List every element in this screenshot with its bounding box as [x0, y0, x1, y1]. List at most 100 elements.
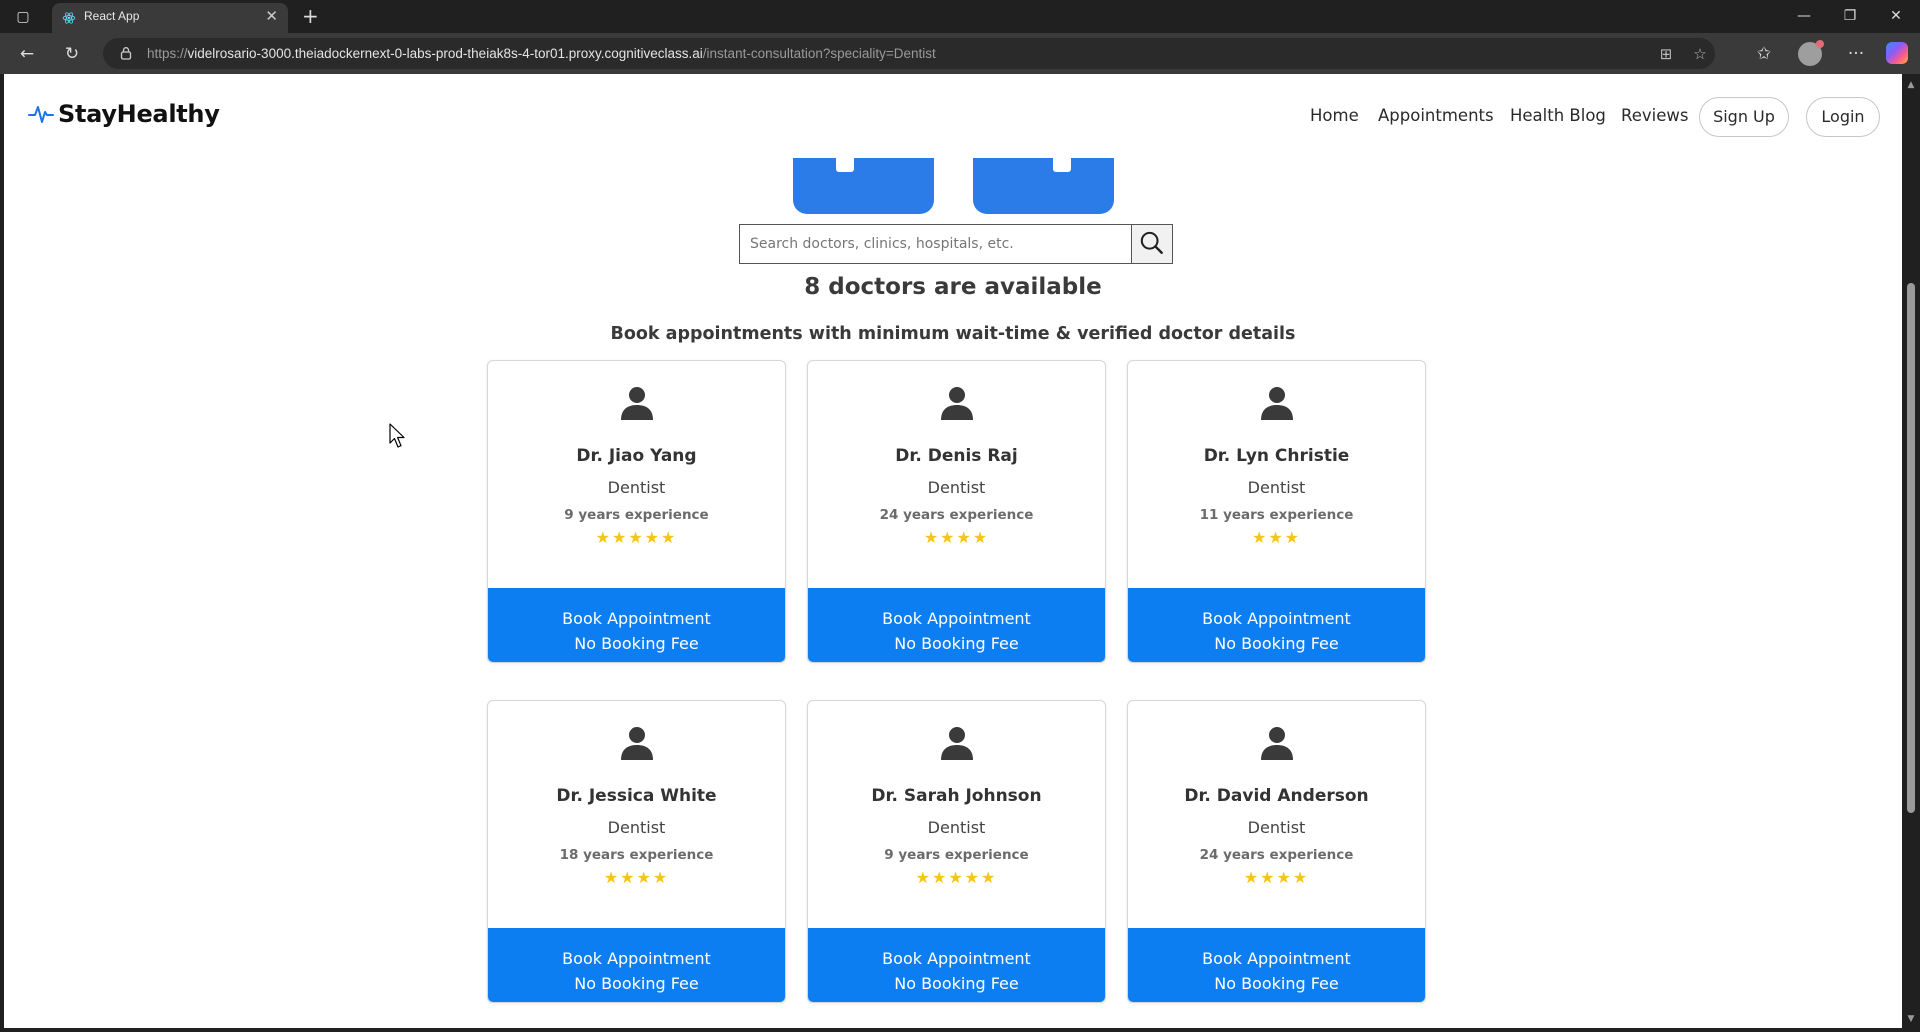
- star-icon: ★: [661, 528, 678, 547]
- scroll-down-icon[interactable]: ▼: [1906, 1014, 1916, 1024]
- doctor-name: Dr. Jiao Yang: [576, 446, 697, 466]
- close-window-icon[interactable]: ✕: [1886, 5, 1906, 27]
- more-menu-icon[interactable]: ···: [1845, 43, 1867, 65]
- scroll-thumb[interactable]: [1907, 283, 1915, 813]
- doctor-experience: 24 years experience: [1199, 847, 1354, 863]
- search-button[interactable]: [1131, 224, 1173, 264]
- star-icon: ★: [940, 528, 957, 547]
- user-avatar-icon: [621, 727, 653, 760]
- book-appointment-button[interactable]: Book Appointment No Booking Fee: [488, 928, 785, 1002]
- user-avatar-icon: [1261, 387, 1293, 420]
- star-icon: ★: [652, 868, 670, 887]
- rating-stars: ★★★★★: [488, 528, 785, 547]
- reload-icon[interactable]: ↻: [61, 43, 83, 65]
- book-appointment-button[interactable]: Book Appointment No Booking Fee: [808, 588, 1105, 662]
- address-bar[interactable]: https://videlrosario-3000.theiadockernex…: [103, 38, 1715, 69]
- book-appointment-button[interactable]: Book Appointment No Booking Fee: [1128, 588, 1425, 662]
- hero-illustration-right: [973, 158, 1114, 214]
- nav-home[interactable]: Home: [1310, 106, 1359, 125]
- favorite-star-icon[interactable]: ☆: [1691, 45, 1709, 63]
- user-avatar-icon: [941, 387, 973, 420]
- tab-actions-icon[interactable]: ▢: [11, 5, 35, 29]
- doctor-speciality: Dentist: [607, 818, 666, 837]
- star-icon: ★: [972, 528, 990, 547]
- user-avatar-icon: [1261, 727, 1293, 760]
- copilot-icon[interactable]: [1886, 42, 1908, 64]
- login-button[interactable]: Login: [1806, 97, 1880, 137]
- doctor-name: Dr. Denis Raj: [895, 446, 1018, 466]
- browser-tab[interactable]: React App ✕: [52, 3, 288, 33]
- star-icon: ★: [595, 528, 612, 547]
- doctor-speciality: Dentist: [1247, 478, 1306, 497]
- doctor-card: Dr. Sarah Johnson Dentist 9 years experi…: [807, 700, 1106, 1003]
- minimize-icon[interactable]: —: [1794, 5, 1814, 27]
- doctor-experience: 9 years experience: [884, 847, 1029, 863]
- star-icon: ★: [620, 868, 637, 887]
- doctor-card: Dr. Jiao Yang Dentist 9 years experience…: [487, 360, 786, 663]
- star-icon: ★: [603, 868, 621, 887]
- heartbeat-icon: [28, 106, 54, 123]
- star-icon: ★: [964, 868, 982, 887]
- profile-avatar[interactable]: [1798, 40, 1824, 66]
- rating-stars: ★★★★★: [808, 868, 1105, 887]
- mouse-cursor-icon: [389, 423, 405, 448]
- close-tab-icon[interactable]: ✕: [265, 7, 278, 25]
- doctor-speciality: Dentist: [927, 478, 986, 497]
- star-icon: ★: [628, 528, 645, 547]
- doctor-name: Dr. David Anderson: [1184, 786, 1369, 806]
- star-icon: ★: [1292, 868, 1310, 887]
- booking-subheading: Book appointments with minimum wait-time…: [610, 324, 1296, 344]
- doctor-card: Dr. Jessica White Dentist 18 years exper…: [487, 700, 786, 1003]
- react-logo-icon: [62, 12, 76, 24]
- doctor-card: Dr. Denis Raj Dentist 24 years experienc…: [807, 360, 1106, 663]
- app-install-icon[interactable]: ⊞: [1657, 45, 1675, 63]
- book-label: Book Appointment: [882, 948, 1031, 968]
- book-appointment-button[interactable]: Book Appointment No Booking Fee: [1128, 928, 1425, 1002]
- logo-text: StayHealthy: [58, 100, 220, 128]
- restore-icon[interactable]: ❐: [1840, 5, 1860, 27]
- page-scrollbar[interactable]: ▲ ▼: [1902, 74, 1920, 1032]
- no-fee-label: No Booking Fee: [894, 633, 1019, 653]
- search-icon: [1140, 231, 1163, 254]
- new-tab-icon[interactable]: +: [302, 4, 319, 28]
- star-icon: ★: [644, 528, 662, 547]
- doctor-experience: 18 years experience: [559, 847, 714, 863]
- doctor-name: Dr. Jessica White: [556, 786, 717, 806]
- browser-toolbar: ← ↻ https://videlrosario-3000.theiadocke…: [0, 33, 1920, 74]
- book-label: Book Appointment: [562, 608, 711, 628]
- scroll-up-icon[interactable]: ▲: [1906, 80, 1916, 90]
- back-icon[interactable]: ←: [16, 43, 38, 65]
- site-logo[interactable]: StayHealthy: [28, 100, 220, 128]
- no-fee-label: No Booking Fee: [1214, 633, 1339, 653]
- page-viewport: StayHealthy Home Appointments Health Blo…: [0, 74, 1902, 1032]
- search-input[interactable]: [739, 224, 1132, 264]
- favorites-icon[interactable]: ✩: [1753, 43, 1775, 65]
- book-appointment-button[interactable]: Book Appointment No Booking Fee: [808, 928, 1105, 1002]
- rating-stars: ★★★★: [488, 868, 785, 887]
- star-icon: ★: [1276, 868, 1293, 887]
- url-text: https://videlrosario-3000.theiadockernex…: [147, 46, 936, 61]
- star-icon: ★: [1268, 528, 1285, 547]
- lock-icon: [120, 47, 132, 60]
- star-icon: ★: [1243, 868, 1261, 887]
- no-fee-label: No Booking Fee: [894, 973, 1019, 993]
- book-appointment-button[interactable]: Book Appointment No Booking Fee: [488, 588, 785, 662]
- rating-stars: ★★★★: [808, 528, 1105, 547]
- star-icon: ★: [956, 528, 973, 547]
- nav-appointments[interactable]: Appointments: [1378, 106, 1494, 125]
- signup-button[interactable]: Sign Up: [1699, 97, 1789, 137]
- doctor-speciality: Dentist: [1247, 818, 1306, 837]
- nav-health-blog[interactable]: Health Blog: [1510, 106, 1606, 125]
- star-icon: ★: [981, 868, 998, 887]
- doctor-speciality: Dentist: [607, 478, 666, 497]
- book-label: Book Appointment: [882, 608, 1031, 628]
- doctors-count-heading: 8 doctors are available: [804, 274, 1102, 300]
- doctor-name: Dr. Lyn Christie: [1203, 446, 1350, 466]
- doctor-card: Dr. Lyn Christie Dentist 11 years experi…: [1127, 360, 1426, 663]
- rating-stars: ★★★: [1128, 528, 1425, 547]
- nav-reviews[interactable]: Reviews: [1621, 106, 1688, 125]
- star-icon: ★: [923, 528, 941, 547]
- doctor-name: Dr. Sarah Johnson: [871, 786, 1042, 806]
- star-icon: ★: [915, 868, 932, 887]
- site-navbar: StayHealthy Home Appointments Health Blo…: [4, 74, 1902, 156]
